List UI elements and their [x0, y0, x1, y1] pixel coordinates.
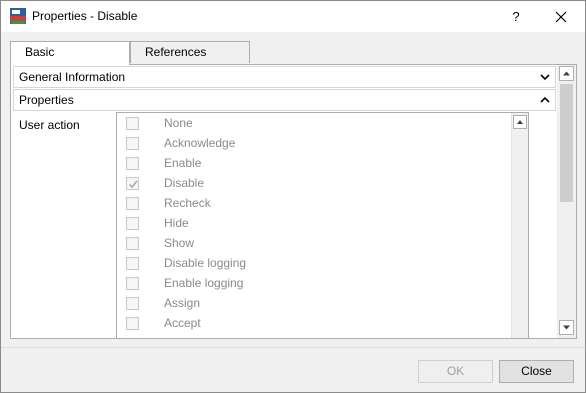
tab-references-label: References	[145, 45, 207, 59]
ok-button[interactable]: OK	[418, 360, 493, 383]
section-properties-label: Properties	[19, 93, 74, 107]
option-label: Disable	[164, 176, 205, 190]
user-action-label: User action	[19, 118, 80, 132]
checkbox[interactable]	[126, 117, 139, 130]
panel-scroll-up-button[interactable]	[559, 66, 574, 81]
panel-scroll-down-button[interactable]	[559, 320, 574, 335]
list-item[interactable]: None	[117, 113, 510, 133]
close-button[interactable]: Close	[499, 360, 574, 383]
tab-panel-basic: General Information Properties User acti…	[10, 64, 577, 339]
list-item[interactable]: Hide	[117, 213, 510, 233]
option-label: Hide	[164, 216, 189, 230]
list-item[interactable]: Enable logging	[117, 273, 510, 293]
checkbox[interactable]	[126, 277, 139, 290]
list-item[interactable]: Acknowledge	[117, 133, 510, 153]
app-icon	[10, 8, 26, 24]
checkbox[interactable]	[126, 257, 139, 270]
tab-basic-label: Basic	[25, 45, 55, 59]
list-item[interactable]: Show	[117, 233, 510, 253]
checkmark-icon	[129, 180, 138, 189]
checkbox[interactable]	[126, 237, 139, 250]
chevron-up-icon	[540, 96, 550, 103]
checkbox[interactable]	[126, 217, 139, 230]
option-label: None	[164, 116, 193, 130]
option-label: Show	[164, 236, 195, 250]
checkbox[interactable]	[126, 157, 139, 170]
checkbox[interactable]	[126, 317, 139, 330]
list-item[interactable]: Enable	[117, 153, 510, 173]
list-scrollbar[interactable]	[511, 113, 528, 338]
section-properties[interactable]: Properties	[13, 89, 556, 111]
list-item[interactable]: Disable logging	[117, 253, 510, 273]
panel-scroll-thumb[interactable]	[560, 84, 573, 202]
window-close-button[interactable]	[541, 3, 581, 31]
tab-references[interactable]: References	[130, 41, 250, 63]
option-label: Acknowledge	[164, 136, 236, 150]
option-label: Enable	[164, 156, 202, 170]
option-label: Assign	[164, 296, 201, 310]
checkbox[interactable]	[126, 297, 139, 310]
triangle-down-icon	[563, 325, 570, 330]
option-label: Accept	[164, 316, 201, 330]
properties-dialog: Properties - Disable ? Basic References …	[0, 0, 586, 393]
list-item[interactable]: Accept	[117, 313, 510, 333]
option-label: Enable logging	[164, 276, 244, 290]
list-item[interactable]: Assign	[117, 293, 510, 313]
section-general-label: General Information	[19, 70, 126, 84]
user-action-list[interactable]: None Acknowledge Enable Disable Recheck …	[116, 112, 529, 338]
window-title: Properties - Disable	[32, 9, 138, 23]
section-general-information[interactable]: General Information	[13, 66, 556, 88]
option-label: Recheck	[164, 196, 211, 210]
checkbox[interactable]	[126, 197, 139, 210]
help-button[interactable]: ?	[501, 3, 531, 31]
chevron-down-icon	[540, 74, 550, 81]
panel-scrollbar[interactable]	[557, 65, 576, 338]
close-icon	[555, 11, 567, 23]
list-item[interactable]: Disable	[117, 173, 510, 193]
tab-basic[interactable]: Basic	[10, 41, 130, 65]
triangle-up-icon	[563, 71, 570, 76]
list-scroll-up-button[interactable]	[513, 115, 527, 129]
checkbox[interactable]	[126, 137, 139, 150]
triangle-up-icon	[517, 120, 523, 124]
dialog-footer: OK Close	[1, 347, 585, 392]
checkbox-checked[interactable]	[126, 177, 139, 190]
option-label: Disable logging	[164, 256, 247, 270]
list-item[interactable]: Recheck	[117, 193, 510, 213]
title-bar: Properties - Disable ?	[1, 1, 585, 32]
